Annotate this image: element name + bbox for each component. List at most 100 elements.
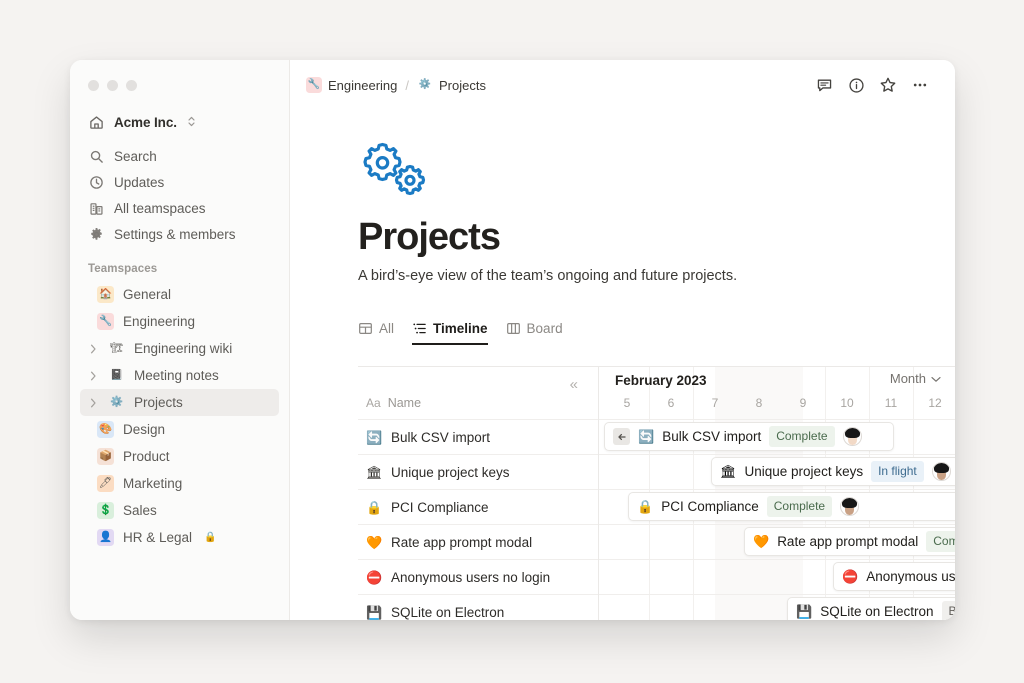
avatar[interactable] [843,427,862,446]
arrow-left-icon[interactable] [613,428,630,445]
timeline-bar[interactable]: 🔒 PCI Compliance Complete [628,492,955,521]
bar-emoji-icon: 🧡 [753,535,769,548]
bar-emoji-icon: ⛔ [842,570,858,583]
timeline-row-list: 🔄Bulk CSV import🏛Unique project keys🔒PCI… [358,419,598,620]
teamspace-emoji-icon: 💲 [97,502,114,519]
avatar[interactable] [840,497,859,516]
workspace-name: Acme Inc. [114,115,177,130]
timeline-bar[interactable]: 💾SQLite on ElectronBlocked [787,597,955,620]
teamspace-emoji-icon: 🏠 [97,286,114,303]
sidebar-item-hr-legal[interactable]: 👤HR & Legal🔒 [80,524,279,551]
close-window-button[interactable] [88,80,99,91]
bar-label: PCI Compliance [661,499,759,514]
zoom-window-button[interactable] [126,80,137,91]
minimize-window-button[interactable] [107,80,118,91]
timeline-row-name[interactable]: 💾SQLite on Electron [358,594,598,620]
comments-icon[interactable] [811,72,837,98]
teamspace-emoji-icon: 🖊 [97,475,114,492]
tab-all[interactable]: All [358,321,394,345]
collapse-panel-icon[interactable]: « [570,377,578,392]
timeline-row-name[interactable]: 🔒PCI Compliance [358,489,598,524]
sidebar-item-marketing[interactable]: 🖊Marketing [80,470,279,497]
timeline-date-tick: 12 [928,396,941,410]
sidebar-item-all-teamspaces[interactable]: All teamspaces [80,195,279,221]
sidebar-item-label: All teamspaces [114,201,206,216]
timeline-row-name[interactable]: 🔄Bulk CSV import [358,419,598,454]
tab-timeline[interactable]: Timeline [412,321,488,345]
sidebar-item-search[interactable]: Search [80,143,279,169]
timeline-row-name[interactable]: 🧡Rate app prompt modal [358,524,598,559]
timeline-bar[interactable]: ⛔Anonymous users no login [833,562,955,591]
breadcrumb-item-engineering[interactable]: 🔧 Engineering [306,77,397,93]
chevron-right-icon[interactable] [88,398,99,408]
search-icon [88,148,104,164]
chevron-right-icon[interactable] [88,344,99,354]
workspace-switcher[interactable]: Acme Inc. [80,110,279,135]
sidebar-item-engineering[interactable]: 🔧 Engineering [80,308,279,335]
timeline-date-tick: 7 [712,396,719,410]
row-emoji-icon: 💾 [366,606,382,619]
row-emoji-icon: ⛔ [366,571,382,584]
teamspace-emoji-icon: ⚙️ [108,394,125,411]
sidebar-item-meeting-notes[interactable]: 📓Meeting notes [80,362,279,389]
sidebar-item-settings-members[interactable]: Settings & members [80,221,279,247]
timeline-bar[interactable]: 🔄Bulk CSV importComplete [604,422,894,451]
teamspace-emoji-icon: 🏗 [108,340,125,357]
tab-board[interactable]: Board [506,321,563,345]
star-icon[interactable] [875,72,901,98]
sidebar-item-label: General [123,287,171,302]
breadcrumb-label: Projects [439,78,486,93]
sidebar-item-design[interactable]: 🎨 Design [80,416,279,443]
timeline-bar[interactable]: 🏛Unique project keysIn flight [711,457,955,486]
page-gears-icon[interactable] [358,140,438,196]
view-tabs: All Timeline [358,315,955,345]
bar-emoji-icon: 🔒 [637,500,653,513]
table-icon [358,321,373,336]
sidebar-item-label: Projects [134,395,183,410]
teamspace-emoji-icon: 🔧 [97,313,114,330]
sidebar-item-sales[interactable]: 💲 Sales [80,497,279,524]
name-column-header[interactable]: Aa Name [366,396,421,410]
sidebar-item-updates[interactable]: Updates [80,169,279,195]
more-options-icon[interactable] [907,72,933,98]
timeline-name-column: « Aa Name 🔄Bulk CSV import🏛Unique projec… [358,367,599,620]
chevron-down-icon [931,371,941,386]
screen: Acme Inc. Search [0,0,1024,683]
teamspace-emoji-icon: 🎨 [97,421,114,438]
lock-icon: 🔒 [204,532,216,543]
row-name-label: Bulk CSV import [391,430,490,445]
sidebar-item-engineering-wiki[interactable]: 🏗Engineering wiki [80,335,279,362]
breadcrumb-item-projects[interactable]: ⚙️ Projects [417,77,486,93]
bar-emoji-icon: 🔄 [638,430,654,443]
timeline-row-name[interactable]: ⛔Anonymous users no login [358,559,598,594]
gear-icon [88,226,104,242]
house-icon [88,114,105,131]
timeline-scale-selector[interactable]: Month [890,371,941,386]
bar-label: Unique project keys [745,464,864,479]
info-icon[interactable] [843,72,869,98]
status-badge: Complete [767,496,832,516]
chevron-right-icon[interactable] [88,371,99,381]
page-title: Projects [358,216,955,259]
row-name-label: Unique project keys [391,465,510,480]
timeline-date-tick: 10 [840,396,853,410]
sidebar-item-label: Sales [123,503,157,518]
sidebar-item-label: Product [123,449,170,464]
status-badge: In flight [871,461,924,481]
sidebar-item-label: Engineering [123,314,195,329]
gears-icon: ⚙️ [417,77,433,93]
sidebar: Acme Inc. Search [70,60,290,620]
timeline-bar[interactable]: 🧡Rate app prompt modalComplete [744,527,955,556]
page-body: Projects A bird’s-eye view of the team’s… [290,140,955,345]
breadcrumb-label: Engineering [328,78,397,93]
sidebar-item-projects[interactable]: ⚙️ Projects [80,389,279,416]
avatar[interactable] [932,462,951,481]
sidebar-item-product[interactable]: 📦Product [80,443,279,470]
sidebar-item-label: Design [123,422,165,437]
bar-label: SQLite on Electron [820,604,933,619]
row-emoji-icon: 🔒 [366,501,382,514]
text-type-icon: Aa [366,396,381,410]
tab-label: Timeline [433,321,488,336]
sidebar-item-general[interactable]: 🏠 General [80,281,279,308]
timeline-row-name[interactable]: 🏛Unique project keys [358,454,598,489]
